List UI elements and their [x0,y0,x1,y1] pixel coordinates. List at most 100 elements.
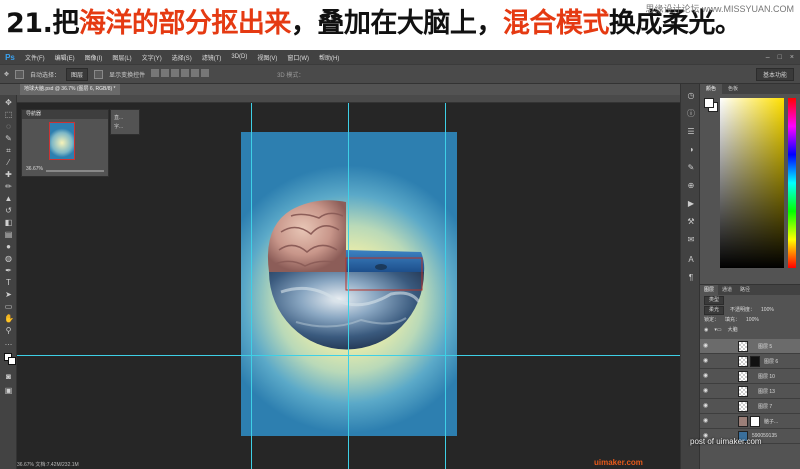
menu-3d[interactable]: 3D(D) [226,54,252,60]
minimize-icon[interactable]: – [766,54,770,61]
tab-color[interactable]: 颜色 [700,84,723,94]
align-top-icon[interactable] [151,69,160,77]
foreground-swatch[interactable] [704,98,714,108]
maximize-icon[interactable]: □ [778,54,782,61]
document-tab[interactable]: 地球大脑.psd @ 36.7% (图层 6, RGB/8) * [20,84,120,95]
background-color-icon[interactable] [8,357,16,365]
quick-select-tool-icon[interactable]: ✎ [4,135,13,143]
gradient-tool-icon[interactable]: ▤ [4,231,13,239]
menu-layer[interactable]: 图层(L) [107,53,136,62]
layer-mask-thumbnail[interactable] [750,356,760,367]
notes-icon[interactable]: ✉ [687,236,695,244]
move-tool-icon[interactable]: ✥ [4,99,13,107]
guide-vertical-2[interactable] [348,103,349,469]
visibility-eye-icon[interactable]: ◉ [703,358,710,364]
history-brush-tool-icon[interactable]: ↺ [4,207,13,215]
dodge-tool-icon[interactable]: ◍ [4,255,13,263]
hue-slider[interactable] [788,98,796,268]
path-select-tool-icon[interactable]: ➤ [4,291,13,299]
move-tool-icon[interactable]: ✥ [4,71,9,78]
layer-filter-dropdown[interactable]: 类型 [704,296,725,305]
hand-tool-icon[interactable]: ✋ [4,315,14,323]
show-transform-checkbox[interactable] [94,69,104,79]
visibility-eye-icon[interactable]: ◉ [704,325,708,335]
color-picker-field[interactable] [720,98,784,268]
workspace-switcher[interactable]: 基本功能 [755,67,794,81]
eraser-tool-icon[interactable]: ◧ [4,219,13,227]
visibility-eye-icon[interactable]: ◉ [703,403,710,409]
brush-panel-icon[interactable]: ✎ [687,164,695,172]
stamp-tool-icon[interactable]: ▲ [4,195,13,203]
layer-row[interactable]: ◉ 脑子... [700,414,800,429]
document-canvas[interactable] [241,132,457,436]
tab-layers[interactable]: 图层 [700,285,719,295]
align-bottom-icon[interactable] [171,69,180,77]
navigator-zoom-value[interactable]: 36.67% [26,166,43,172]
character-icon[interactable]: A [687,256,695,264]
menu-edit[interactable]: 编辑(E) [50,53,80,62]
layer-row[interactable]: ◉ 图层 13 [700,384,800,399]
actions-icon[interactable]: ▶ [687,200,695,208]
more-tools-icon[interactable]: … [4,339,13,347]
layer-row[interactable]: ◉ 图层 6 [700,354,800,369]
guide-vertical-3[interactable] [445,103,446,469]
zoom-tool-icon[interactable]: ⚲ [4,327,13,335]
fill-value[interactable]: 100% [746,315,759,325]
properties-icon[interactable]: ☰ [687,128,695,136]
brush-tool-icon[interactable]: ✏ [4,183,13,191]
close-icon[interactable]: × [790,54,794,61]
blur-tool-icon[interactable]: ● [4,243,13,251]
opacity-value[interactable]: 100% [761,305,774,315]
adjustments-icon[interactable]: ◑ [687,146,695,154]
pen-tool-icon[interactable]: ✒ [4,267,13,275]
layer-row[interactable]: ◉ 图层 10 [700,369,800,384]
visibility-eye-icon[interactable]: ◉ [703,373,710,379]
side-panel-item-2[interactable]: 字... [114,123,136,132]
info-icon[interactable]: ⓘ [687,110,695,118]
layer-mask-thumbnail[interactable] [750,416,760,427]
menu-window[interactable]: 窗口(W) [282,53,314,62]
blend-mode-dropdown[interactable]: 柔光 [704,306,725,315]
auto-select-dropdown[interactable]: 图层 [66,67,89,81]
auto-select-checkbox[interactable] [15,69,25,79]
visibility-eye-icon[interactable]: ◉ [703,343,710,349]
type-tool-icon[interactable]: T [4,279,13,287]
layer-group-row[interactable]: ◉ ▾▭ 大脑 [700,325,800,335]
align-middle-icon[interactable] [161,69,170,77]
menu-select[interactable]: 选择(S) [167,53,197,62]
menu-filter[interactable]: 滤镜(T) [197,53,227,62]
menu-image[interactable]: 图像(I) [80,53,108,62]
navigator-thumbnail[interactable] [49,122,75,160]
menu-file[interactable]: 文件(F) [20,53,50,62]
side-panel-item-1[interactable]: 直... [114,114,136,123]
history-icon[interactable]: ◷ [687,92,695,100]
layer-row[interactable]: ◉ 图层 7 [700,399,800,414]
lasso-tool-icon[interactable]: ◌ [4,123,13,131]
visibility-eye-icon[interactable]: ◉ [703,418,710,424]
guide-vertical-1[interactable] [251,103,252,469]
paragraph-icon[interactable]: ¶ [687,274,695,282]
guide-horizontal-1[interactable] [17,355,680,356]
quick-mask-icon[interactable]: ◙ [4,373,13,381]
menu-type[interactable]: 文字(Y) [137,53,167,62]
canvas-workspace[interactable]: 导航器 36.67% 直... 字... [17,95,680,469]
eyedropper-tool-icon[interactable]: ⁄ [4,159,13,167]
align-right-icon[interactable] [201,69,210,77]
visibility-eye-icon[interactable]: ◉ [703,388,710,394]
layer-row[interactable]: ◉ 图层 5 [700,339,800,354]
tab-paths[interactable]: 路径 [736,285,754,295]
screen-mode-icon[interactable]: ▣ [4,387,13,395]
healing-tool-icon[interactable]: ✚ [4,171,13,179]
shape-tool-icon[interactable]: ▭ [4,303,13,311]
align-center-icon[interactable] [191,69,200,77]
crop-tool-icon[interactable]: ⌗ [4,147,13,155]
menu-help[interactable]: 帮助(H) [314,53,344,62]
navigator-zoom-slider[interactable] [46,170,104,172]
tab-swatches[interactable]: 色板 [722,84,744,94]
marquee-tool-icon[interactable]: ⬚ [4,111,13,119]
menu-view[interactable]: 视图(V) [252,53,282,62]
clone-source-icon[interactable]: ⊕ [687,182,695,190]
align-left-icon[interactable] [181,69,190,77]
tool-presets-icon[interactable]: ⚒ [687,218,695,226]
tab-channels[interactable]: 通道 [718,285,736,295]
